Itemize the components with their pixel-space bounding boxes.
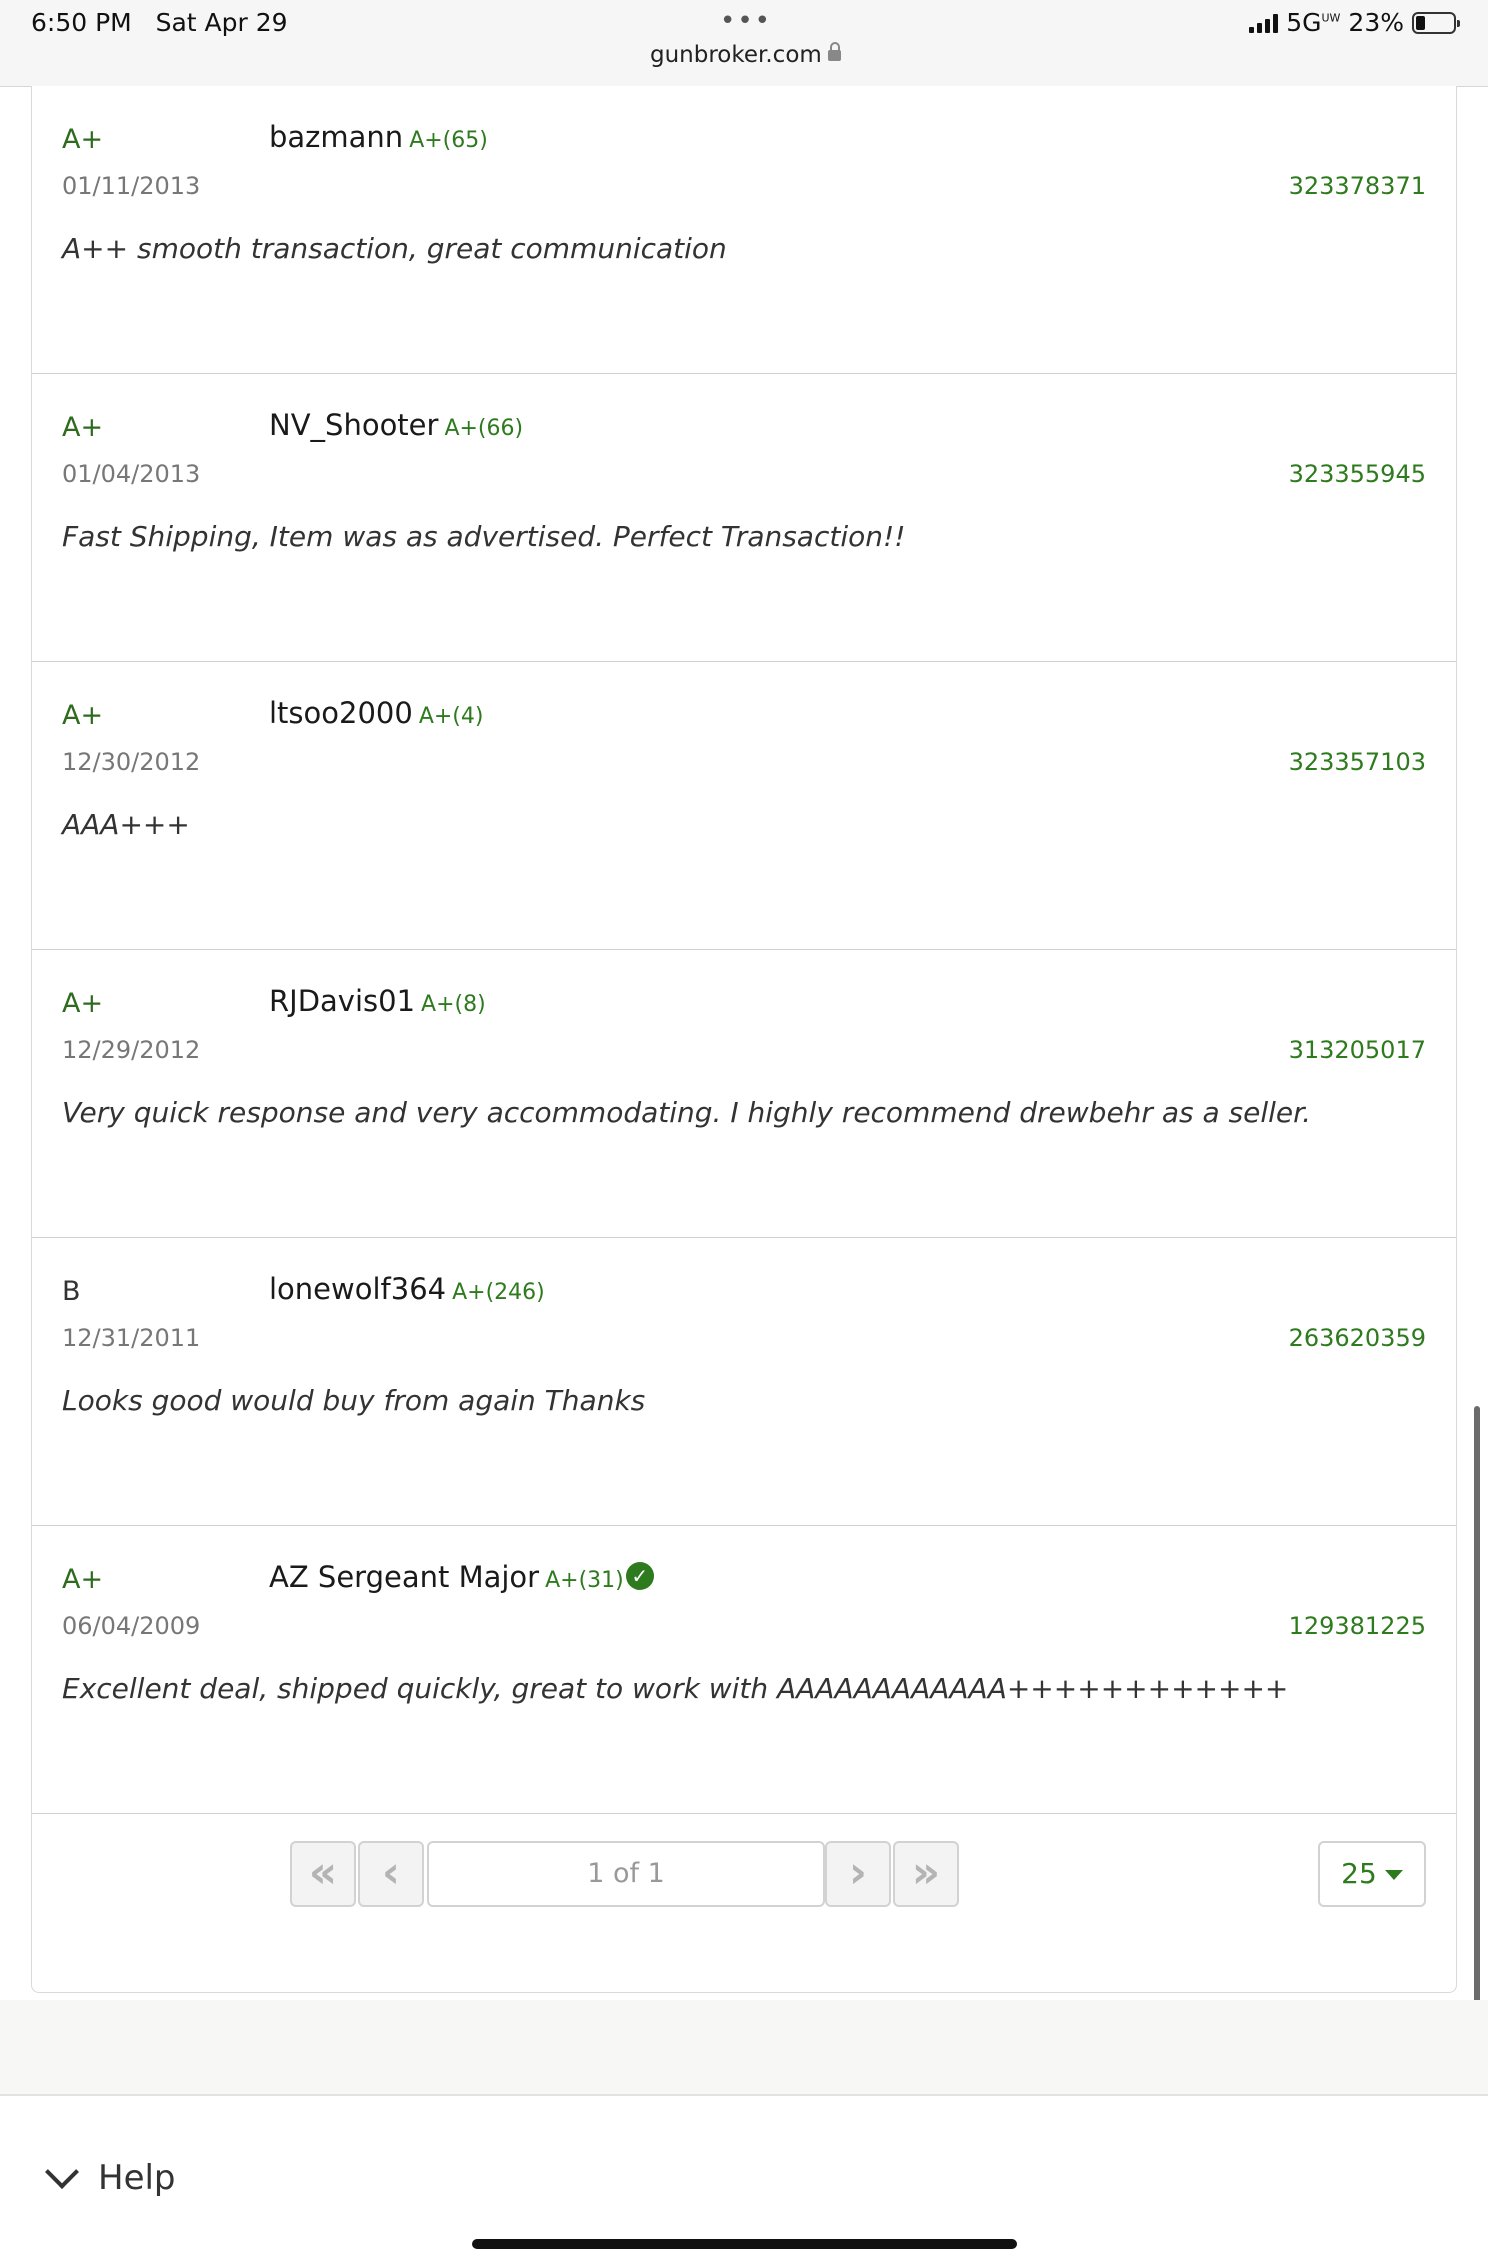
feedback-user: AZ Sergeant Major A+(31) ✓ <box>269 1560 654 1594</box>
help-label: Help <box>98 2158 176 2198</box>
feedback-entry: A+ AZ Sergeant Major A+(31) ✓ 06/04/2009 1… <box>32 1526 1456 1814</box>
feedback-user: bazmann A+(65) <box>269 120 488 154</box>
feedback-grade: A+ <box>62 124 104 155</box>
network-label: 5GUW <box>1286 8 1341 37</box>
feedback-comment: A++ smooth transaction, great communicat… <box>62 232 727 265</box>
feedback-entry: A+ RJDavis01 A+(8) 12/29/2012 313205017 V… <box>32 950 1456 1238</box>
feedback-grade: A+ <box>62 988 104 1019</box>
feedback-comment: Fast Shipping, Item was as advertised. P… <box>62 520 906 553</box>
feedback-grade: B <box>62 1276 81 1307</box>
per-page-select[interactable]: 25 <box>1318 1841 1426 1907</box>
last-page-button[interactable]: » <box>893 1841 959 1907</box>
item-id-link[interactable]: 313205017 <box>1289 1036 1426 1064</box>
pagination: « ‹ 1 of 1 › » 25 <box>32 1814 1456 1907</box>
lock-icon <box>827 42 841 61</box>
help-toggle[interactable]: Help <box>45 2155 176 2198</box>
user-score: A+(31) <box>545 1568 624 1593</box>
feedback-grade: A+ <box>62 1564 104 1595</box>
status-indicators: 5GUW 23% <box>1249 8 1460 37</box>
feedback-grade: A+ <box>62 700 104 731</box>
feedback-entry: A+ bazmann A+(65) 01/11/2013 323378371 A+… <box>32 86 1456 374</box>
username-link[interactable]: lonewolf364 <box>269 1272 446 1306</box>
caret-down-icon <box>1384 1870 1403 1880</box>
verified-check-icon: ✓ <box>625 1562 654 1590</box>
address-bar[interactable]: gunbroker.com <box>650 42 841 68</box>
feedback-comment: Very quick response and very accommodati… <box>62 1096 1311 1129</box>
username-link[interactable]: AZ Sergeant Major <box>269 1560 539 1594</box>
feedback-user: lonewolf364 A+(246) <box>269 1272 545 1306</box>
feedback-date: 06/04/2009 <box>62 1612 201 1640</box>
user-score: A+(4) <box>418 704 484 729</box>
feedback-comment: Excellent deal, shipped quickly, great t… <box>62 1672 1289 1705</box>
feedback-date: 01/11/2013 <box>62 172 201 200</box>
feedback-card: A+ bazmann A+(65) 01/11/2013 323378371 A+… <box>31 86 1457 1993</box>
scrollbar[interactable] <box>1474 1406 1480 2006</box>
user-score: A+(246) <box>452 1280 545 1305</box>
item-id-link[interactable]: 129381225 <box>1289 1612 1426 1640</box>
feedback-date: 01/04/2013 <box>62 460 201 488</box>
battery-icon <box>1412 11 1460 34</box>
username-link[interactable]: ltsoo2000 <box>269 696 413 730</box>
username-link[interactable]: bazmann <box>269 120 403 154</box>
footer-divider <box>0 2094 1488 2096</box>
date-text: Sat Apr 29 <box>155 8 288 37</box>
chevron-right-icon: › <box>848 1847 868 1898</box>
next-page-button[interactable]: › <box>825 1841 891 1907</box>
feedback-user: RJDavis01 A+(8) <box>269 984 486 1018</box>
item-id-link[interactable]: 323378371 <box>1289 172 1426 200</box>
chevron-down-icon <box>45 2155 79 2189</box>
more-dots-icon[interactable]: ••• <box>720 6 772 36</box>
time-text: 6:50 PM <box>31 8 132 37</box>
first-page-button[interactable]: « <box>290 1841 356 1907</box>
feedback-grade: A+ <box>62 412 104 443</box>
feedback-entry: A+ NV_Shooter A+(66) 01/04/2013 323355945… <box>32 374 1456 662</box>
feedback-user: ltsoo2000 A+(4) <box>269 696 483 730</box>
item-id-link[interactable]: 263620359 <box>1289 1324 1426 1352</box>
battery-percent: 23% <box>1348 8 1404 37</box>
double-chevron-left-icon: « <box>308 1847 338 1898</box>
page-number-field[interactable]: 1 of 1 <box>427 1841 825 1907</box>
username-link[interactable]: RJDavis01 <box>269 984 415 1018</box>
feedback-date: 12/30/2012 <box>62 748 201 776</box>
status-bar: 6:50 PM Sat Apr 29 ••• gunbroker.com 5GU… <box>0 0 1488 87</box>
chevron-left-icon: ‹ <box>381 1847 401 1898</box>
item-id-link[interactable]: 323357103 <box>1289 748 1426 776</box>
feedback-comment: AAA+++ <box>62 808 190 841</box>
status-time: 6:50 PM Sat Apr 29 <box>31 8 288 37</box>
user-score: A+(8) <box>421 992 486 1017</box>
signal-icon <box>1249 13 1279 33</box>
feedback-entry: A+ ltsoo2000 A+(4) 12/30/2012 323357103 A… <box>32 662 1456 950</box>
double-chevron-right-icon: » <box>911 1847 941 1898</box>
user-score: A+(66) <box>444 416 524 441</box>
feedback-date: 12/31/2011 <box>62 1324 201 1352</box>
home-indicator[interactable] <box>472 2239 1017 2249</box>
user-score: A+(65) <box>409 128 488 153</box>
url-text: gunbroker.com <box>650 42 822 68</box>
feedback-comment: Looks good would buy from again Thanks <box>62 1384 646 1417</box>
username-link[interactable]: NV_Shooter <box>269 408 438 442</box>
feedback-entry: B lonewolf364 A+(246) 12/31/2011 26362035… <box>32 1238 1456 1526</box>
feedback-date: 12/29/2012 <box>62 1036 201 1064</box>
item-id-link[interactable]: 323355945 <box>1289 460 1426 488</box>
prev-page-button[interactable]: ‹ <box>358 1841 424 1907</box>
feedback-user: NV_Shooter A+(66) <box>269 408 523 442</box>
footer-spacer <box>0 2000 1488 2094</box>
per-page-value: 25 <box>1341 1857 1377 1890</box>
